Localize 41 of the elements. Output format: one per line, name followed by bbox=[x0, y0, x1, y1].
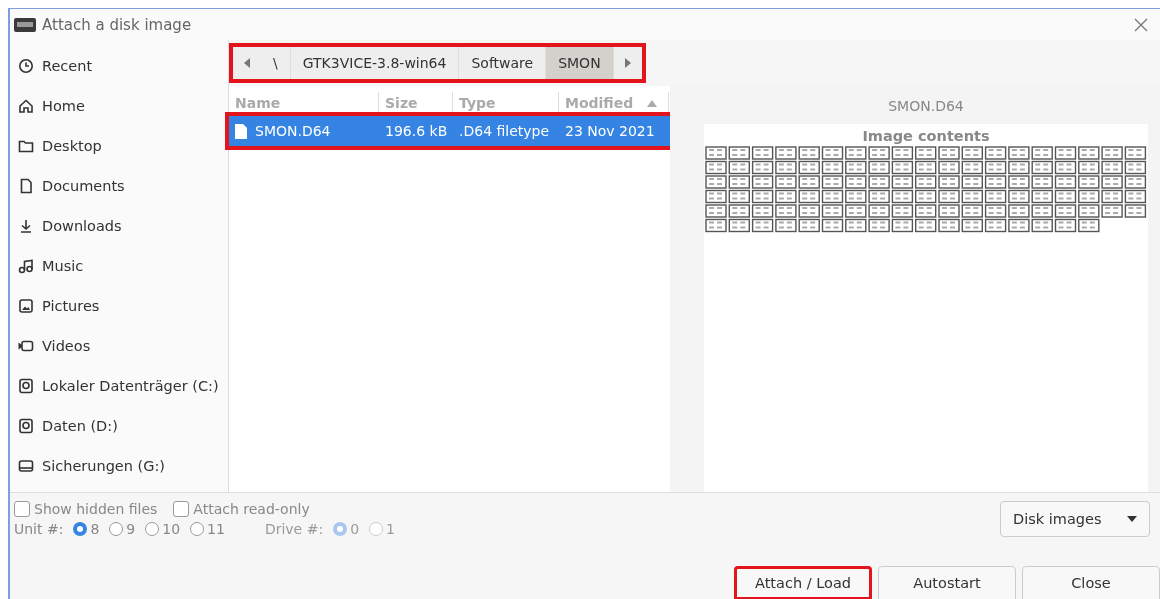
sidebar-item[interactable]: Desktop bbox=[10, 126, 228, 166]
filter-dropdown[interactable]: Disk images bbox=[1000, 501, 1150, 537]
video-camera-icon bbox=[18, 338, 34, 354]
table-cell: SMON.D64 bbox=[255, 123, 331, 139]
folder-icon bbox=[18, 138, 34, 154]
drive-icon bbox=[18, 418, 34, 434]
preview-heading: Image contents bbox=[862, 128, 990, 144]
window-title: Attach a disk image bbox=[42, 15, 193, 34]
disk-drive-icon bbox=[14, 17, 36, 32]
download-icon bbox=[18, 218, 34, 234]
close-icon bbox=[1134, 17, 1148, 32]
dialog-button[interactable]: Close bbox=[1022, 566, 1160, 599]
sidebar-item[interactable]: Music bbox=[10, 246, 228, 286]
sidebar-item[interactable]: Sicherungen (G:) bbox=[10, 446, 228, 486]
home-icon bbox=[18, 98, 34, 114]
music-icon bbox=[18, 258, 34, 274]
sidebar-item[interactable]: Videos bbox=[10, 326, 228, 366]
file-icon bbox=[235, 123, 247, 139]
table-cell: 23 Nov 2021 bbox=[565, 123, 655, 139]
sidebar-item[interactable]: Lokaler Datenträger (C:) bbox=[10, 366, 228, 406]
table-cell: .D64 filetype bbox=[459, 123, 550, 139]
left-arrow-icon bbox=[243, 58, 251, 68]
sidebar-item[interactable]: Downloads bbox=[10, 206, 228, 246]
radio-group-label: Drive #: bbox=[264, 521, 324, 537]
radio-group-label: Unit #: bbox=[14, 521, 64, 537]
table-cell: 196.6 kB bbox=[385, 123, 448, 139]
picture-icon bbox=[18, 298, 34, 314]
document-icon bbox=[18, 178, 34, 194]
right-arrow-icon bbox=[623, 58, 632, 68]
preview-filename: SMON.D64 bbox=[888, 97, 964, 116]
dropdown-caret-icon bbox=[1127, 516, 1137, 522]
dialog-button[interactable]: Attach / Load bbox=[734, 566, 872, 599]
sidebar-item[interactable]: Documents bbox=[10, 166, 228, 206]
sidebar-item[interactable]: Home bbox=[10, 86, 228, 126]
sidebar-item[interactable]: Pictures bbox=[10, 286, 228, 326]
clock-icon bbox=[18, 58, 34, 74]
sidebar-item[interactable]: Recent bbox=[10, 46, 228, 86]
path-segment[interactable]: SMON bbox=[546, 47, 614, 79]
sidebar-item[interactable]: Daten (D:) bbox=[10, 406, 228, 446]
dialog-button[interactable]: Autostart bbox=[878, 566, 1016, 599]
drive-icon bbox=[18, 378, 34, 394]
